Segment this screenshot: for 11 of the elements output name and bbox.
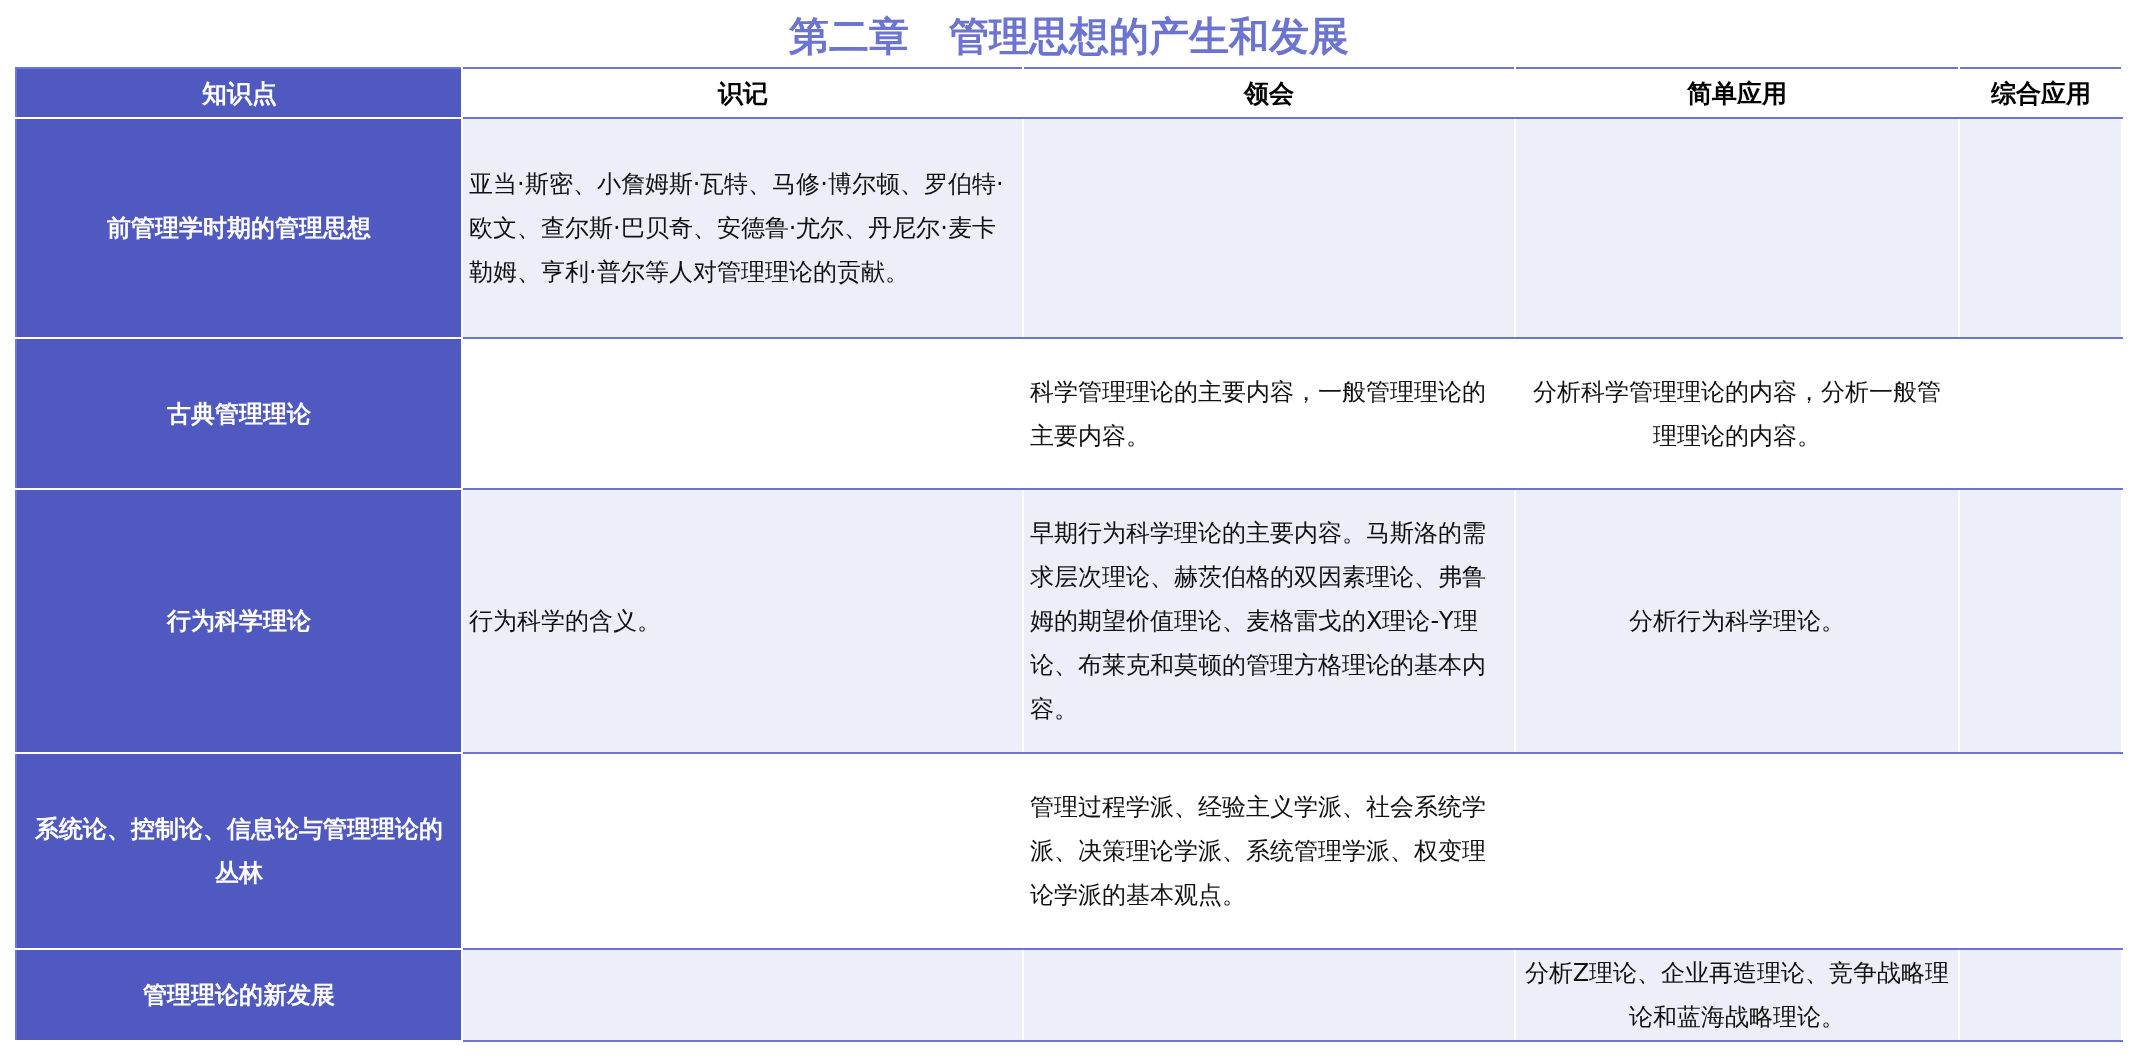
table-cell: 亚当·斯密、小詹姆斯·瓦特、马修·博尔顿、罗伯特·欧文、查尔斯·巴贝奇、安德鲁·尤尔、丹尼尔·麦卡勒姆、亨利·普尔等人对管理理论的贡献。 — [462, 118, 1023, 338]
page-title: 第二章 管理思想的产生和发展 — [788, 12, 1350, 61]
column-header: 知识点 — [16, 68, 462, 118]
table-cell: 分析行为科学理论。 — [1515, 489, 1959, 753]
column-header: 领会 — [1023, 68, 1515, 118]
column-header: 简单应用 — [1515, 68, 1959, 118]
column-header: 识记 — [462, 68, 1023, 118]
column-header: 综合应用 — [1959, 68, 2122, 118]
table-cell: 早期行为科学理论的主要内容。马斯洛的需求层次理论、赫茨伯格的双因素理论、弗鲁姆的期望价值理论、麦格雷戈的X理论-Y理论、布莱克和莫顿的管理方格理论的基本内容。 — [1023, 489, 1515, 753]
table-cell: 行为科学的含义。 — [462, 489, 1023, 753]
table-cell: 分析Z理论、企业再造理论、竞争战略理论和蓝海战略理论。 — [1515, 949, 1959, 1041]
